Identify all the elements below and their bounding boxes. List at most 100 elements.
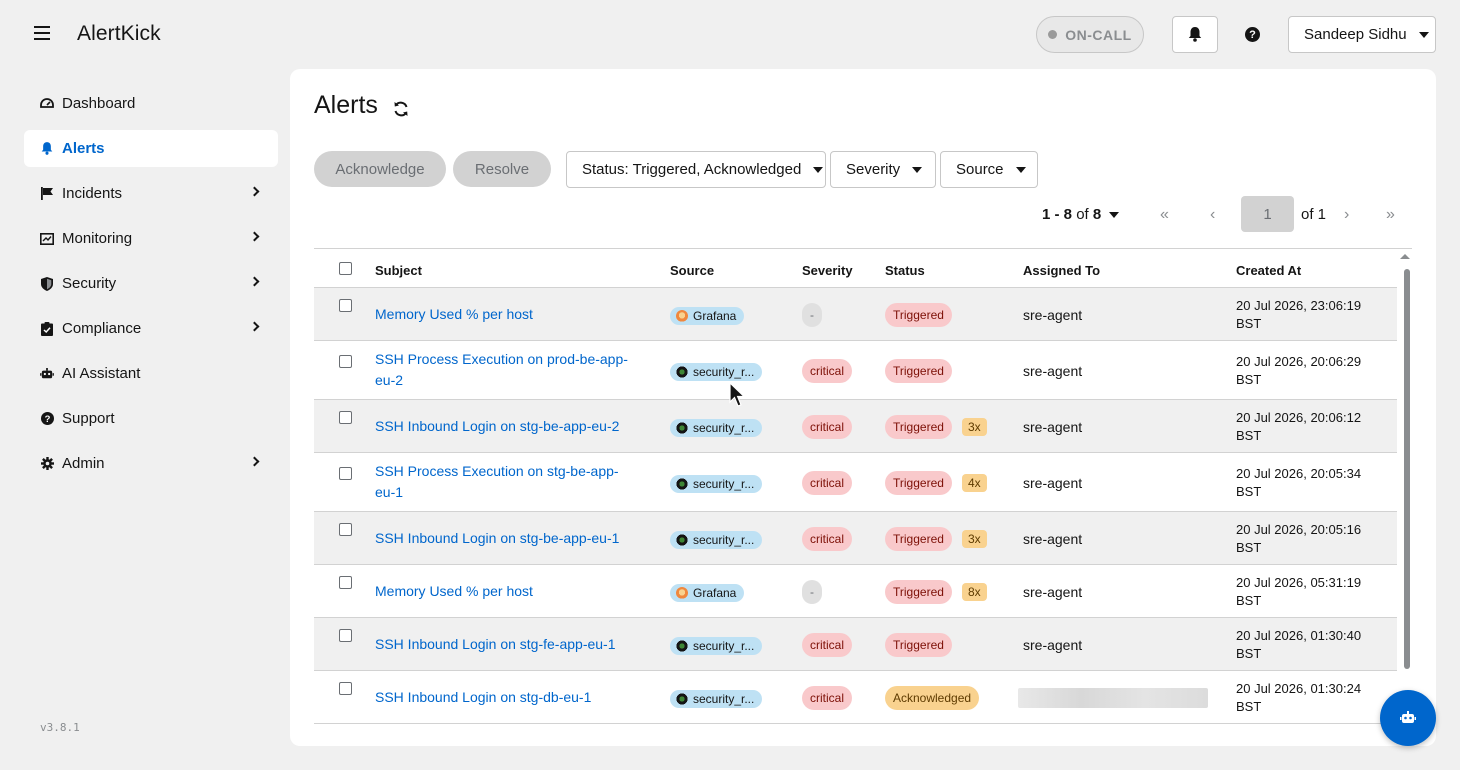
col-created[interactable]: Created At: [1236, 263, 1301, 278]
page-number-input[interactable]: 1: [1241, 196, 1294, 232]
row-checkbox[interactable]: [339, 522, 352, 536]
alert-subject-line: SSH Inbound Login on stg-fe-app-eu-1: [375, 635, 616, 652]
alerts-panel: Alerts Acknowledge Resolve Status: Trigg…: [290, 69, 1436, 746]
sidebar-item-dashboard[interactable]: Dashboard: [24, 85, 278, 122]
sidebar-item-ai-assistant[interactable]: AI Assistant: [24, 355, 278, 392]
table-row[interactable]: Memory Used % per host Grafana - Triggered 8…: [314, 565, 1397, 618]
select-all-checkbox[interactable]: [339, 262, 352, 275]
created-at-line: BST: [1236, 698, 1262, 714]
oncall-toggle[interactable]: ON-CALL: [1036, 16, 1144, 53]
ai-chat-button[interactable]: [1380, 690, 1436, 746]
sidebar-item-alerts[interactable]: Alerts: [24, 130, 278, 167]
acknowledge-button[interactable]: Acknowledge: [314, 151, 446, 187]
alert-subject-line: SSH Process Execution on stg-be-app-: [375, 463, 619, 479]
table-row[interactable]: SSH Inbound Login on stg-be-app-eu-2 secu…: [314, 400, 1397, 453]
created-at-line: 20 Jul 2026, 05:31:19: [1236, 574, 1362, 590]
source-badge: Grafana: [670, 583, 745, 602]
chevron-right-icon: [249, 321, 260, 332]
prev-page-icon[interactable]: ‹: [1210, 206, 1215, 224]
col-status[interactable]: Status: [885, 263, 925, 278]
sidebar-item-incidents[interactable]: Incidents: [24, 175, 278, 212]
page-title-text: Alerts: [314, 91, 378, 119]
col-source[interactable]: Source: [670, 263, 714, 278]
mouse-cursor-icon: [729, 382, 746, 407]
source-name: security_r...: [693, 638, 755, 653]
help-icon[interactable]: ?: [1245, 27, 1260, 42]
resolve-button[interactable]: Resolve: [453, 151, 551, 187]
pagination-summary: 1 - 8 of 8: [1042, 206, 1102, 223]
row-checkbox[interactable]: [339, 466, 352, 480]
user-menu-button[interactable]: Sandeep Sidhu: [1288, 16, 1436, 53]
col-assigned[interactable]: Assigned To: [1023, 263, 1100, 278]
assigned-to: sre-agent: [1023, 583, 1083, 600]
severity-filter-dropdown[interactable]: Severity: [830, 151, 936, 188]
status-filter-dropdown[interactable]: Status: Triggered, Acknowledged: [566, 151, 826, 188]
source-badge: security_r...: [670, 418, 763, 437]
alert-subject-link[interactable]: Memory Used % per host: [375, 304, 645, 325]
alert-subject-line: Memory Used % per host: [375, 305, 533, 322]
assigned-to: sre-agent: [1023, 362, 1083, 379]
alert-subject-line: SSH Inbound Login on stg-db-eu-1: [375, 688, 592, 705]
oncall-label: ON-CALL: [1065, 26, 1132, 43]
clipboard-check-icon: [40, 321, 54, 336]
severity-badge: critical: [802, 414, 853, 439]
alert-subject-link[interactable]: SSH Process Execution on prod-be-app-eu-…: [375, 349, 645, 391]
table-scrollbar[interactable]: [1404, 269, 1410, 669]
notifications-button[interactable]: [1172, 16, 1218, 53]
table-row[interactable]: Memory Used % per host Grafana - Triggered s…: [314, 288, 1397, 341]
sidebar-item-support[interactable]: ? Support: [24, 400, 278, 437]
row-checkbox[interactable]: [339, 298, 352, 312]
alert-subject-link[interactable]: SSH Inbound Login on stg-be-app-eu-1: [375, 528, 645, 549]
col-severity[interactable]: Severity: [802, 263, 853, 278]
scroll-up-arrow-icon[interactable]: [1400, 254, 1410, 259]
alert-subject-link[interactable]: SSH Inbound Login on stg-be-app-eu-2: [375, 416, 645, 437]
row-checkbox[interactable]: [339, 354, 352, 368]
sidebar-item-label: Monitoring: [62, 230, 133, 247]
created-at: 20 Jul 2026, 20:05:34 BST: [1236, 465, 1376, 501]
security-shield-icon: [676, 365, 688, 378]
severity-badge: critical: [802, 685, 853, 710]
menu-toggle-icon[interactable]: [34, 26, 50, 42]
sidebar-item-label: AI Assistant: [62, 365, 141, 382]
occurrence-count-badge: 3x: [962, 529, 987, 548]
per-page-dropdown[interactable]: 1 - 8 of 8: [1042, 206, 1120, 223]
last-page-icon[interactable]: »: [1386, 206, 1395, 224]
first-page-icon[interactable]: «: [1160, 206, 1169, 224]
row-checkbox[interactable]: [339, 628, 352, 642]
row-checkbox[interactable]: [339, 681, 352, 695]
table-row[interactable]: SSH Inbound Login on stg-fe-app-eu-1 secu…: [314, 618, 1397, 671]
status-filter-label: Status: Triggered, Acknowledged: [582, 161, 802, 178]
severity-badge: -: [802, 302, 822, 327]
created-at: 20 Jul 2026, 20:06:29 BST: [1236, 353, 1376, 389]
alert-subject-link[interactable]: SSH Process Execution on stg-be-app-eu-1: [375, 461, 645, 503]
row-checkbox[interactable]: [339, 575, 352, 589]
table-row[interactable]: SSH Process Execution on stg-be-app-eu-1…: [314, 453, 1397, 512]
sidebar-item-label: Alerts: [62, 140, 105, 157]
alert-subject-link[interactable]: SSH Inbound Login on stg-db-eu-1: [375, 687, 645, 708]
col-subject[interactable]: Subject: [375, 263, 422, 278]
sidebar-item-label: Compliance: [62, 320, 142, 337]
row-checkbox[interactable]: [339, 410, 352, 424]
table-row[interactable]: SSH Process Execution on prod-be-app-eu-…: [314, 341, 1397, 400]
created-at: 20 Jul 2026, 01:30:40 BST: [1236, 627, 1376, 663]
sidebar-item-compliance[interactable]: Compliance: [24, 310, 278, 347]
refresh-icon[interactable]: [392, 100, 410, 118]
occurrence-count-badge: 3x: [962, 417, 987, 436]
alert-subject-link[interactable]: SSH Inbound Login on stg-fe-app-eu-1: [375, 634, 645, 655]
source-filter-dropdown[interactable]: Source: [940, 151, 1038, 188]
assigned-to: sre-agent: [1023, 306, 1083, 323]
dashboard-icon: [40, 97, 54, 111]
table-row[interactable]: SSH Inbound Login on stg-db-eu-1 security…: [314, 671, 1397, 724]
created-at-line: BST: [1236, 645, 1262, 661]
created-at-line: BST: [1236, 483, 1262, 499]
alert-subject-line: SSH Inbound Login on stg-be-app-eu-2: [375, 417, 620, 434]
sidebar-item-monitoring[interactable]: Monitoring: [24, 220, 278, 257]
alert-subject-link[interactable]: Memory Used % per host: [375, 581, 645, 602]
monitoring-icon: [40, 232, 54, 246]
table-row[interactable]: SSH Inbound Login on stg-be-app-eu-1 secu…: [314, 512, 1397, 565]
sidebar-item-security[interactable]: Security: [24, 265, 278, 302]
created-at-line: BST: [1236, 427, 1262, 443]
next-page-icon[interactable]: ›: [1344, 206, 1349, 224]
sidebar-item-admin[interactable]: Admin: [24, 445, 278, 482]
caret-down-icon: [1418, 31, 1429, 38]
